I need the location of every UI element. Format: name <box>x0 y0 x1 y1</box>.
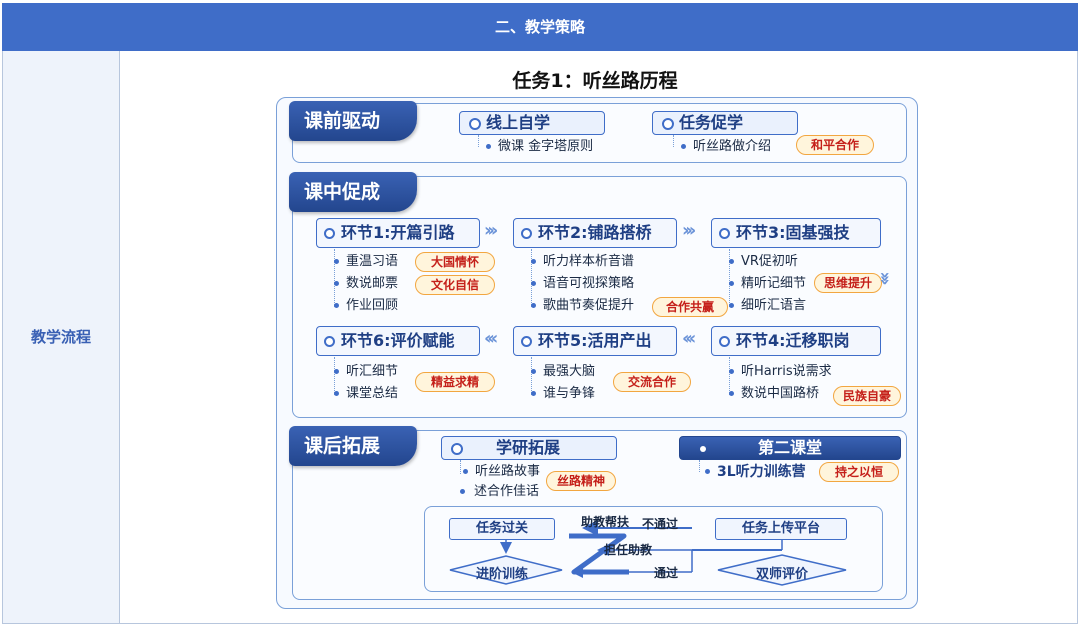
list-item: 数说中国路桥 <box>729 385 819 403</box>
ring-icon <box>324 228 335 239</box>
list-item: 最强大脑 <box>531 363 595 381</box>
task-pass-box: 任务过关 <box>449 518 555 540</box>
value-badge: 精益求精 <box>415 372 495 392</box>
stage-2: 环节2:铺路搭桥 <box>513 218 677 248</box>
list-item: 听丝路做介绍 <box>681 138 771 156</box>
tree-line <box>460 460 461 474</box>
arrow-down-icon: ››› <box>874 271 896 282</box>
stage-6: 环节6:评价赋能 <box>316 326 480 356</box>
research-extension-pill: 学研拓展 <box>441 436 617 460</box>
ring-icon <box>719 336 730 347</box>
list-item: 微课 金字塔原则 <box>486 138 593 156</box>
list-item: 3L听力训练营 <box>705 463 806 481</box>
tree-line <box>478 135 479 147</box>
pre-class-tab: 课前驱动 <box>289 101 417 141</box>
in-class-tab: 课中促成 <box>289 172 417 212</box>
section-header: 二、教学策略 <box>2 3 1078 51</box>
value-badge: 和平合作 <box>796 135 874 155</box>
tree-line <box>699 460 700 472</box>
list-item: 听Harris说需求 <box>729 363 832 381</box>
ring-icon <box>521 228 532 239</box>
list-item: 语音可视探策略 <box>531 275 634 293</box>
ring-icon <box>521 336 532 347</box>
value-badge: 交流合作 <box>613 372 691 392</box>
list-item: 课堂总结 <box>334 385 398 403</box>
value-badge: 大国情怀 <box>415 252 495 272</box>
list-item: 歌曲节奏促提升 <box>531 297 634 315</box>
arrow-right-icon: ››› <box>484 220 498 241</box>
list-item: 细听汇语言 <box>729 297 806 315</box>
pass-label: 通过 <box>654 566 679 580</box>
list-item: 作业回顾 <box>334 297 398 315</box>
value-badge: 民族自豪 <box>833 386 901 406</box>
stage-3: 环节3:固基强技 <box>711 218 881 248</box>
stage-5: 环节5:活用产出 <box>513 326 677 356</box>
list-item: 听汇细节 <box>334 363 398 381</box>
advanced-label: 进阶训练 <box>476 567 529 582</box>
dual-eval-label: 双师评价 <box>756 567 809 582</box>
upload-box: 任务上传平台 <box>715 518 847 540</box>
tree-line <box>673 135 674 147</box>
list-item: 谁与争锋 <box>531 385 595 403</box>
stage-4: 环节4:迁移职岗 <box>711 326 881 356</box>
diagram-title: 任务1：听丝路历程 <box>512 70 678 92</box>
list-item: 精听记细节 <box>729 275 806 293</box>
row-label: 教学流程 <box>30 328 91 346</box>
list-item: 数说邮票 <box>334 275 398 293</box>
online-study-pill: 线上自学 <box>459 111 605 135</box>
list-item: VR促初听 <box>729 253 798 271</box>
value-badge: 合作共赢 <box>652 297 728 317</box>
assist-label: 助教帮扶 <box>581 515 630 529</box>
task-study-pill: 任务促学 <box>652 111 798 135</box>
stage-1: 环节1:开篇引路 <box>316 218 480 248</box>
arrow-left-icon: ‹‹‹ <box>682 328 696 349</box>
post-class-tab: 课后拓展 <box>289 426 417 466</box>
dot-icon <box>700 446 706 452</box>
value-badge: 持之以恒 <box>819 462 899 482</box>
arrow-right-icon: ››› <box>682 220 696 241</box>
list-item: 重温习语 <box>334 253 398 271</box>
ring-icon <box>451 443 463 455</box>
second-classroom-pill: 第二课堂 <box>679 436 901 460</box>
value-badge: 文化自信 <box>415 275 495 295</box>
arrow-left-icon: ‹‹‹ <box>484 328 498 349</box>
ring-icon <box>324 336 335 347</box>
list-item: 听力样本析音谱 <box>531 253 634 271</box>
value-badge: 思维提升 <box>814 273 882 293</box>
value-badge: 丝路精神 <box>546 471 616 491</box>
serve-label: 担任助教 <box>604 543 653 557</box>
ring-icon <box>719 228 730 239</box>
fail-label: 不通过 <box>642 517 679 531</box>
ring-icon <box>662 118 674 130</box>
list-item-continued: 述合作佳话 <box>460 483 539 501</box>
list-item: 听丝路故事 <box>463 463 540 481</box>
ring-icon <box>469 118 481 130</box>
